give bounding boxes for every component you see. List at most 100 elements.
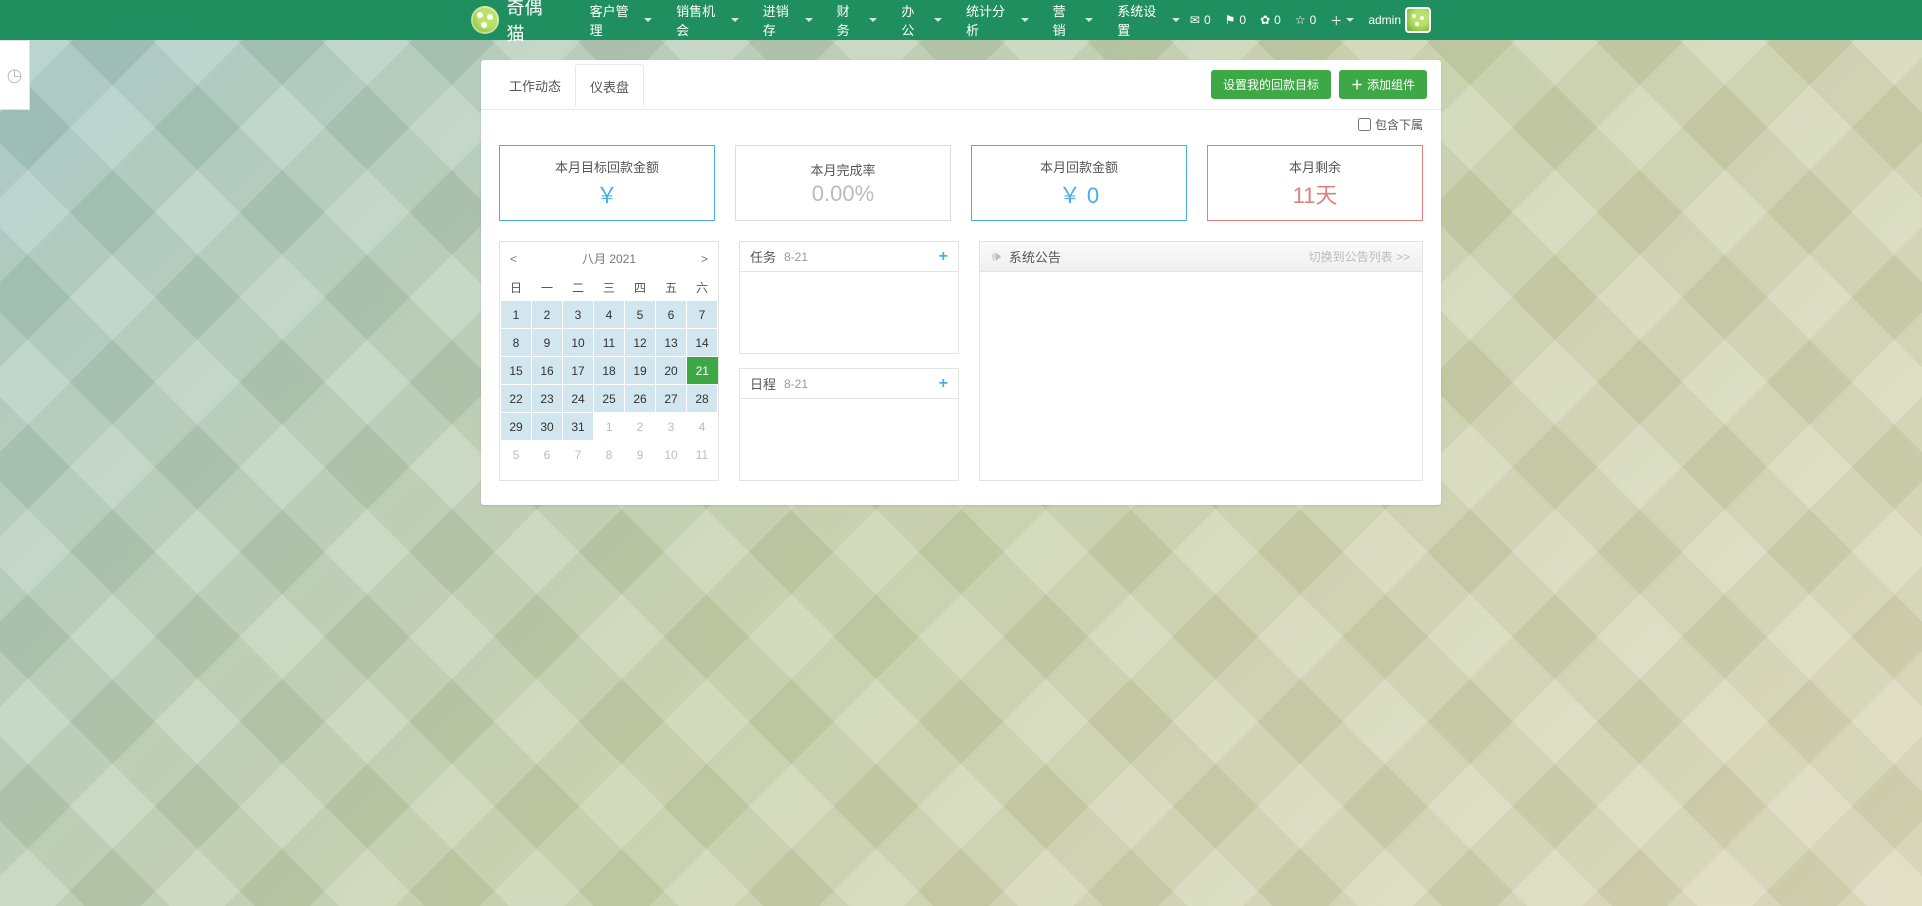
announcement-switch-link[interactable]: 切换到公告列表 >> <box>1309 248 1410 265</box>
cal-day[interactable]: 16 <box>532 357 563 385</box>
history-sidebar-toggle[interactable]: ◷ <box>0 40 30 110</box>
speaker-icon: 🕪 <box>992 248 1001 265</box>
menu-item-6[interactable]: 营 销 <box>1043 0 1104 49</box>
nav-add[interactable]: ＋ <box>1330 12 1354 29</box>
cal-day[interactable]: 31 <box>563 413 594 441</box>
nav-mail[interactable]: ✉0 <box>1190 13 1211 27</box>
summary-cards: 本月目标回款金额 ￥ 本月完成率 0.00% 本月回款金额 ￥ 0 本月剩余 1… <box>481 135 1441 227</box>
brand-name: 奇偶猫 <box>507 0 560 46</box>
cal-day[interactable]: 12 <box>625 329 656 357</box>
task-add-button[interactable]: + <box>939 248 948 266</box>
cal-dow: 二 <box>563 275 594 301</box>
cal-day[interactable]: 7 <box>687 301 718 329</box>
cal-day[interactable]: 25 <box>594 385 625 413</box>
cal-day[interactable]: 1 <box>501 301 532 329</box>
cal-day[interactable]: 13 <box>656 329 687 357</box>
cal-day[interactable]: 6 <box>532 441 563 469</box>
menu-item-7[interactable]: 系统设置 <box>1107 0 1190 49</box>
cal-day[interactable]: 22 <box>501 385 532 413</box>
cal-title: 八月 2021 <box>582 250 636 267</box>
cal-day[interactable]: 14 <box>687 329 718 357</box>
cal-day[interactable]: 4 <box>594 301 625 329</box>
add-widget-button[interactable]: ＋添加组件 <box>1339 70 1427 99</box>
tab-dashboard[interactable]: 仪表盘 <box>575 64 644 107</box>
cal-day[interactable]: 10 <box>656 441 687 469</box>
main-card: 工作动态 仪表盘 设置我的回款目标 ＋添加组件 包含下属 本月目标回款金额 ￥ … <box>481 60 1441 505</box>
cal-day[interactable]: 9 <box>532 329 563 357</box>
cal-day[interactable]: 11 <box>687 441 718 469</box>
include-subordinates-input[interactable] <box>1358 118 1371 131</box>
cal-day[interactable]: 11 <box>594 329 625 357</box>
cal-day[interactable]: 17 <box>563 357 594 385</box>
cal-day[interactable]: 8 <box>501 329 532 357</box>
flag-icon: ⚑ <box>1225 13 1236 27</box>
tab-feed[interactable]: 工作动态 <box>495 64 575 105</box>
plus-icon: ＋ <box>1351 76 1363 93</box>
cal-next[interactable]: > <box>701 252 708 266</box>
cal-day[interactable]: 23 <box>532 385 563 413</box>
cal-day[interactable]: 21 <box>687 357 718 385</box>
chevron-down-icon <box>731 18 739 22</box>
include-subordinates-checkbox[interactable]: 包含下属 <box>1358 116 1423 133</box>
cal-day[interactable]: 5 <box>501 441 532 469</box>
menu-item-0[interactable]: 客户管理 <box>580 0 663 49</box>
panels-row: < 八月 2021 > 日一二三四五六 12345678910111213141… <box>481 227 1441 491</box>
cal-day[interactable]: 30 <box>532 413 563 441</box>
cal-day[interactable]: 29 <box>501 413 532 441</box>
chevron-down-icon <box>934 18 942 22</box>
cal-day[interactable]: 2 <box>625 413 656 441</box>
cal-day[interactable]: 3 <box>656 413 687 441</box>
cal-day[interactable]: 4 <box>687 413 718 441</box>
announcement-panel: 🕪 系统公告 切换到公告列表 >> <box>979 241 1423 481</box>
nav-gear[interactable]: ✿0 <box>1260 13 1281 27</box>
brand[interactable]: 奇偶猫 <box>471 0 560 46</box>
logo-icon <box>471 6 499 34</box>
nav-flag[interactable]: ⚑0 <box>1225 13 1246 27</box>
cal-day[interactable]: 6 <box>656 301 687 329</box>
cal-day[interactable]: 15 <box>501 357 532 385</box>
menu-item-1[interactable]: 销售机会 <box>666 0 749 49</box>
cal-day[interactable]: 1 <box>594 413 625 441</box>
announcement-title: 系统公告 <box>1009 247 1061 266</box>
nav-right: ✉0 ⚑0 ✿0 ☆0 ＋ admin <box>1190 7 1431 33</box>
cal-dow: 日 <box>501 275 532 301</box>
cal-day[interactable]: 3 <box>563 301 594 329</box>
cal-day[interactable]: 7 <box>563 441 594 469</box>
cal-prev[interactable]: < <box>510 252 517 266</box>
schedule-title: 日程 <box>750 374 776 393</box>
cal-day[interactable]: 19 <box>625 357 656 385</box>
chevron-down-icon <box>1172 18 1180 22</box>
cal-day[interactable]: 9 <box>625 441 656 469</box>
nav-star[interactable]: ☆0 <box>1295 13 1316 27</box>
mail-icon: ✉ <box>1190 13 1200 27</box>
cal-day[interactable]: 18 <box>594 357 625 385</box>
cal-day[interactable]: 10 <box>563 329 594 357</box>
plus-icon: ＋ <box>1330 12 1342 29</box>
menu-item-5[interactable]: 统计分析 <box>956 0 1039 49</box>
set-goal-button[interactable]: 设置我的回款目标 <box>1211 70 1331 99</box>
main-menu: 客户管理销售机会进销存财 务办 公统计分析营 销系统设置 <box>580 0 1190 49</box>
cal-dow: 六 <box>687 275 718 301</box>
star-icon: ☆ <box>1295 13 1306 27</box>
chevron-down-icon <box>644 18 652 22</box>
cal-day[interactable]: 24 <box>563 385 594 413</box>
cal-dow: 一 <box>532 275 563 301</box>
cal-day[interactable]: 27 <box>656 385 687 413</box>
cal-day[interactable]: 8 <box>594 441 625 469</box>
avatar-icon <box>1405 7 1431 33</box>
cal-day[interactable]: 5 <box>625 301 656 329</box>
menu-item-3[interactable]: 财 务 <box>827 0 888 49</box>
menu-item-4[interactable]: 办 公 <box>891 0 952 49</box>
cal-day[interactable]: 20 <box>656 357 687 385</box>
chevron-down-icon <box>1346 18 1354 22</box>
cal-dow: 五 <box>656 275 687 301</box>
nav-user[interactable]: admin <box>1368 7 1431 33</box>
task-title: 任务 <box>750 247 776 266</box>
gear-icon: ✿ <box>1260 13 1270 27</box>
task-panel: 任务 8-21 + <box>739 241 959 354</box>
menu-item-2[interactable]: 进销存 <box>753 0 823 49</box>
cal-day[interactable]: 2 <box>532 301 563 329</box>
schedule-add-button[interactable]: + <box>939 375 948 393</box>
cal-day[interactable]: 28 <box>687 385 718 413</box>
cal-day[interactable]: 26 <box>625 385 656 413</box>
